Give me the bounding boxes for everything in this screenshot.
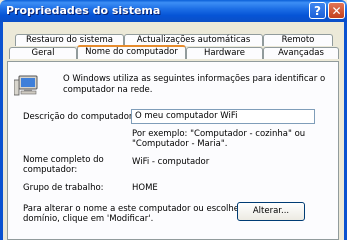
- rename-text-line1: Para alterar o nome a este computador ou…: [23, 204, 259, 214]
- intro-text-line1: O Windows utiliza as seguintes informaçõ…: [63, 74, 326, 84]
- full-name-label-line1: Nome completo do: [23, 155, 104, 165]
- change-button[interactable]: Alterar...: [237, 202, 305, 221]
- full-name-label-line2: computador:: [23, 165, 78, 175]
- example-text-line2: "Computador - Maria".: [132, 139, 228, 149]
- description-label: Descrição do computador:: [23, 112, 136, 122]
- rename-text-line2: domínio, clique em 'Modificar'.: [23, 214, 154, 224]
- full-name-value: WiFi - computador: [132, 157, 210, 167]
- description-input[interactable]: O meu computador WiFi: [131, 109, 315, 124]
- workgroup-label: Grupo de trabalho:: [23, 183, 104, 193]
- intro-text-line2: computador na rede.: [63, 85, 153, 95]
- computer-icon: [14, 75, 38, 96]
- example-text-line1: Por exemplo: "Computador - cozinha" ou: [132, 129, 306, 139]
- workgroup-value: HOME: [132, 183, 158, 193]
